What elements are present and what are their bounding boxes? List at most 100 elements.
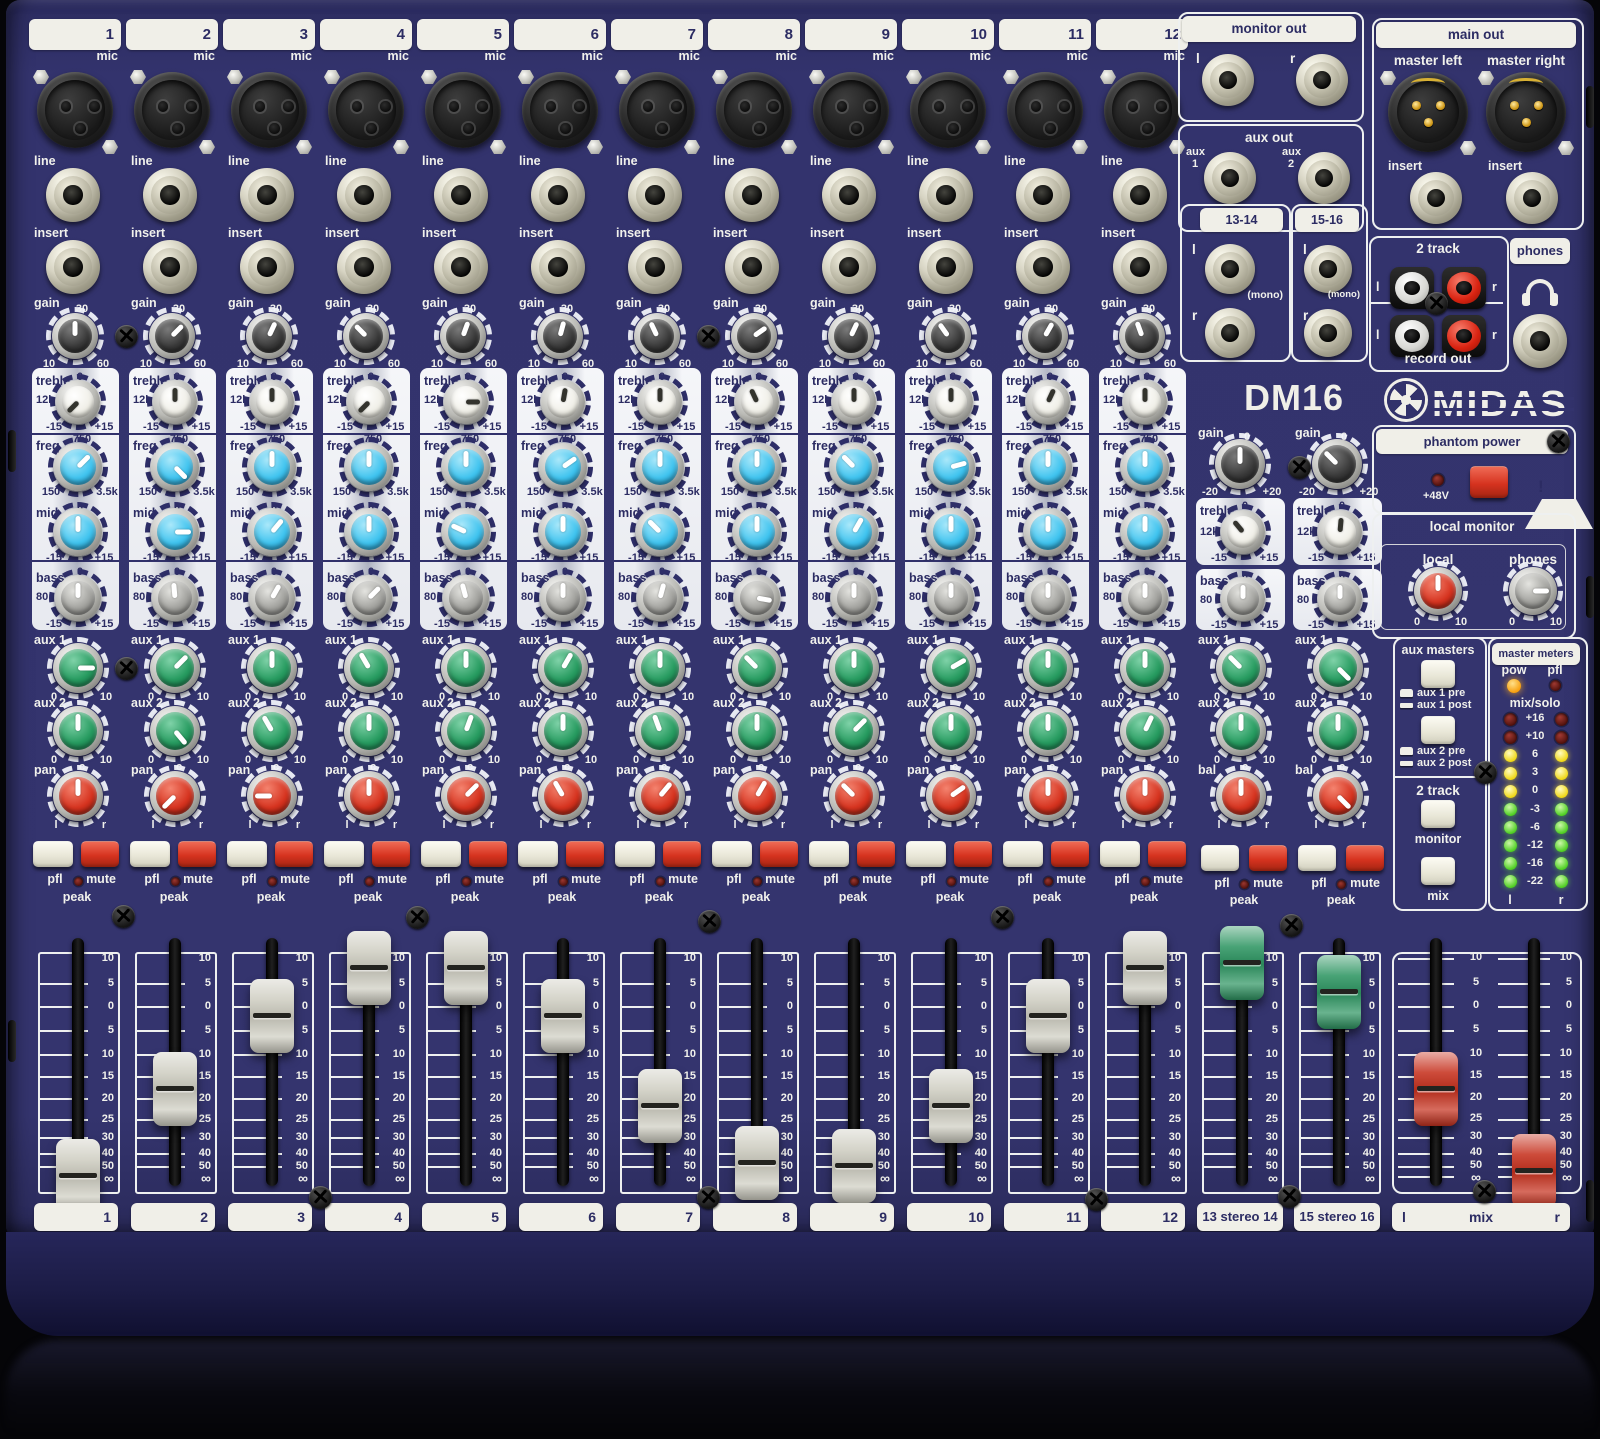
channel-4-mute-button[interactable] bbox=[372, 841, 410, 867]
channel-6-gain-knob[interactable] bbox=[539, 315, 581, 357]
channel-4-mid-freq-knob[interactable] bbox=[347, 445, 391, 489]
channel-11-mute-button[interactable] bbox=[1051, 841, 1089, 867]
channel-2-mid-freq-knob[interactable] bbox=[153, 445, 197, 489]
channel-9-mid-knob[interactable] bbox=[832, 510, 876, 554]
channel-7-aux1-knob[interactable] bbox=[637, 645, 683, 691]
channel-8-treble-knob[interactable] bbox=[737, 382, 777, 422]
channel-8-aux1-knob[interactable] bbox=[734, 645, 780, 691]
channel-8-aux2-knob[interactable] bbox=[734, 708, 780, 754]
stereo-channel-15-16-bal-knob[interactable] bbox=[1315, 773, 1361, 819]
channel-9-pfl-button[interactable] bbox=[809, 841, 849, 867]
channel-5-mute-button[interactable] bbox=[469, 841, 507, 867]
channel-5-treble-knob[interactable] bbox=[446, 382, 486, 422]
channel-3-mid-freq-knob[interactable] bbox=[250, 445, 294, 489]
channel-6-fader[interactable] bbox=[541, 979, 585, 1053]
channel-9-mute-button[interactable] bbox=[857, 841, 895, 867]
channel-10-fader[interactable] bbox=[929, 1069, 973, 1143]
channel-6-pan-knob[interactable] bbox=[540, 773, 586, 819]
channel-3-pfl-button[interactable] bbox=[227, 841, 267, 867]
channel-12-bass-knob[interactable] bbox=[1124, 577, 1166, 619]
stereo-channel-13-14-bass-knob[interactable] bbox=[1223, 579, 1263, 619]
channel-10-treble-knob[interactable] bbox=[931, 382, 971, 422]
channel-12-mid-freq-knob[interactable] bbox=[1123, 445, 1167, 489]
phantom-power-button[interactable] bbox=[1470, 466, 1508, 498]
channel-5-gain-knob[interactable] bbox=[442, 315, 484, 357]
channel-5-aux1-knob[interactable] bbox=[443, 645, 489, 691]
channel-2-mid-knob[interactable] bbox=[153, 510, 197, 554]
channel-8-bass-knob[interactable] bbox=[736, 577, 778, 619]
channel-5-mid-knob[interactable] bbox=[444, 510, 488, 554]
channel-12-aux1-knob[interactable] bbox=[1122, 645, 1168, 691]
channel-4-pfl-button[interactable] bbox=[324, 841, 364, 867]
channel-2-mute-button[interactable] bbox=[178, 841, 216, 867]
channel-1-pfl-button[interactable] bbox=[33, 841, 73, 867]
channel-11-fader[interactable] bbox=[1026, 979, 1070, 1053]
channel-6-mid-freq-knob[interactable] bbox=[541, 445, 585, 489]
channel-11-pfl-button[interactable] bbox=[1003, 841, 1043, 867]
channel-11-gain-knob[interactable] bbox=[1024, 315, 1066, 357]
channel-11-bass-knob[interactable] bbox=[1027, 577, 1069, 619]
channel-11-mid-knob[interactable] bbox=[1026, 510, 1070, 554]
stereo-channel-13-14-mute-button[interactable] bbox=[1249, 845, 1287, 871]
channel-4-pan-knob[interactable] bbox=[346, 773, 392, 819]
channel-10-mid-knob[interactable] bbox=[929, 510, 973, 554]
channel-11-pan-knob[interactable] bbox=[1025, 773, 1071, 819]
channel-9-mid-freq-knob[interactable] bbox=[832, 445, 876, 489]
channel-9-aux2-knob[interactable] bbox=[831, 708, 877, 754]
channel-1-mid-knob[interactable] bbox=[56, 510, 100, 554]
channel-7-bass-knob[interactable] bbox=[639, 577, 681, 619]
stereo-channel-15-16-pfl-button[interactable] bbox=[1298, 845, 1336, 871]
channel-11-treble-knob[interactable] bbox=[1028, 382, 1068, 422]
stereo-channel-15-16-aux2-knob[interactable] bbox=[1315, 708, 1361, 754]
channel-9-bass-knob[interactable] bbox=[833, 577, 875, 619]
channel-10-pfl-button[interactable] bbox=[906, 841, 946, 867]
stereo-channel-15-16-treble-knob[interactable] bbox=[1320, 512, 1360, 552]
channel-1-fader[interactable] bbox=[56, 1139, 100, 1213]
channel-6-pfl-button[interactable] bbox=[518, 841, 558, 867]
channel-5-aux2-knob[interactable] bbox=[443, 708, 489, 754]
channel-2-gain-knob[interactable] bbox=[151, 315, 193, 357]
channel-12-mid-knob[interactable] bbox=[1123, 510, 1167, 554]
stereo-channel-15-16-bass-knob[interactable] bbox=[1320, 579, 1360, 619]
channel-11-aux2-knob[interactable] bbox=[1025, 708, 1071, 754]
mix-left-fader[interactable] bbox=[1414, 1052, 1458, 1126]
channel-12-fader[interactable] bbox=[1123, 931, 1167, 1005]
channel-3-aux2-knob[interactable] bbox=[249, 708, 295, 754]
channel-1-gain-knob[interactable] bbox=[54, 315, 96, 357]
channel-4-aux1-knob[interactable] bbox=[346, 645, 392, 691]
channel-4-fader[interactable] bbox=[347, 931, 391, 1005]
channel-2-fader[interactable] bbox=[153, 1052, 197, 1126]
channel-7-aux2-knob[interactable] bbox=[637, 708, 683, 754]
channel-7-pan-knob[interactable] bbox=[637, 773, 683, 819]
channel-10-aux2-knob[interactable] bbox=[928, 708, 974, 754]
channel-3-pan-knob[interactable] bbox=[249, 773, 295, 819]
channel-1-aux2-knob[interactable] bbox=[55, 708, 101, 754]
channel-12-pan-knob[interactable] bbox=[1122, 773, 1168, 819]
channel-2-pfl-button[interactable] bbox=[130, 841, 170, 867]
two-track-monitor-button[interactable] bbox=[1421, 800, 1455, 828]
channel-4-bass-knob[interactable] bbox=[348, 577, 390, 619]
channel-6-aux2-knob[interactable] bbox=[540, 708, 586, 754]
channel-7-pfl-button[interactable] bbox=[615, 841, 655, 867]
channel-8-mid-knob[interactable] bbox=[735, 510, 779, 554]
channel-7-fader[interactable] bbox=[638, 1069, 682, 1143]
channel-3-mute-button[interactable] bbox=[275, 841, 313, 867]
channel-3-fader[interactable] bbox=[250, 979, 294, 1053]
channel-9-gain-knob[interactable] bbox=[830, 315, 872, 357]
channel-5-fader[interactable] bbox=[444, 931, 488, 1005]
channel-3-bass-knob[interactable] bbox=[251, 577, 293, 619]
channel-5-mid-freq-knob[interactable] bbox=[444, 445, 488, 489]
channel-3-treble-knob[interactable] bbox=[252, 382, 292, 422]
stereo-channel-15-16-mute-button[interactable] bbox=[1346, 845, 1384, 871]
channel-1-mute-button[interactable] bbox=[81, 841, 119, 867]
channel-6-bass-knob[interactable] bbox=[542, 577, 584, 619]
stereo-channel-13-14-bal-knob[interactable] bbox=[1218, 773, 1264, 819]
channel-7-gain-knob[interactable] bbox=[636, 315, 678, 357]
channel-2-treble-knob[interactable] bbox=[155, 382, 195, 422]
channel-5-pfl-button[interactable] bbox=[421, 841, 461, 867]
channel-8-pan-knob[interactable] bbox=[734, 773, 780, 819]
channel-2-aux2-knob[interactable] bbox=[152, 708, 198, 754]
channel-7-mid-freq-knob[interactable] bbox=[638, 445, 682, 489]
channel-10-mid-freq-knob[interactable] bbox=[929, 445, 973, 489]
stereo-channel-13-14-aux1-knob[interactable] bbox=[1218, 645, 1264, 691]
